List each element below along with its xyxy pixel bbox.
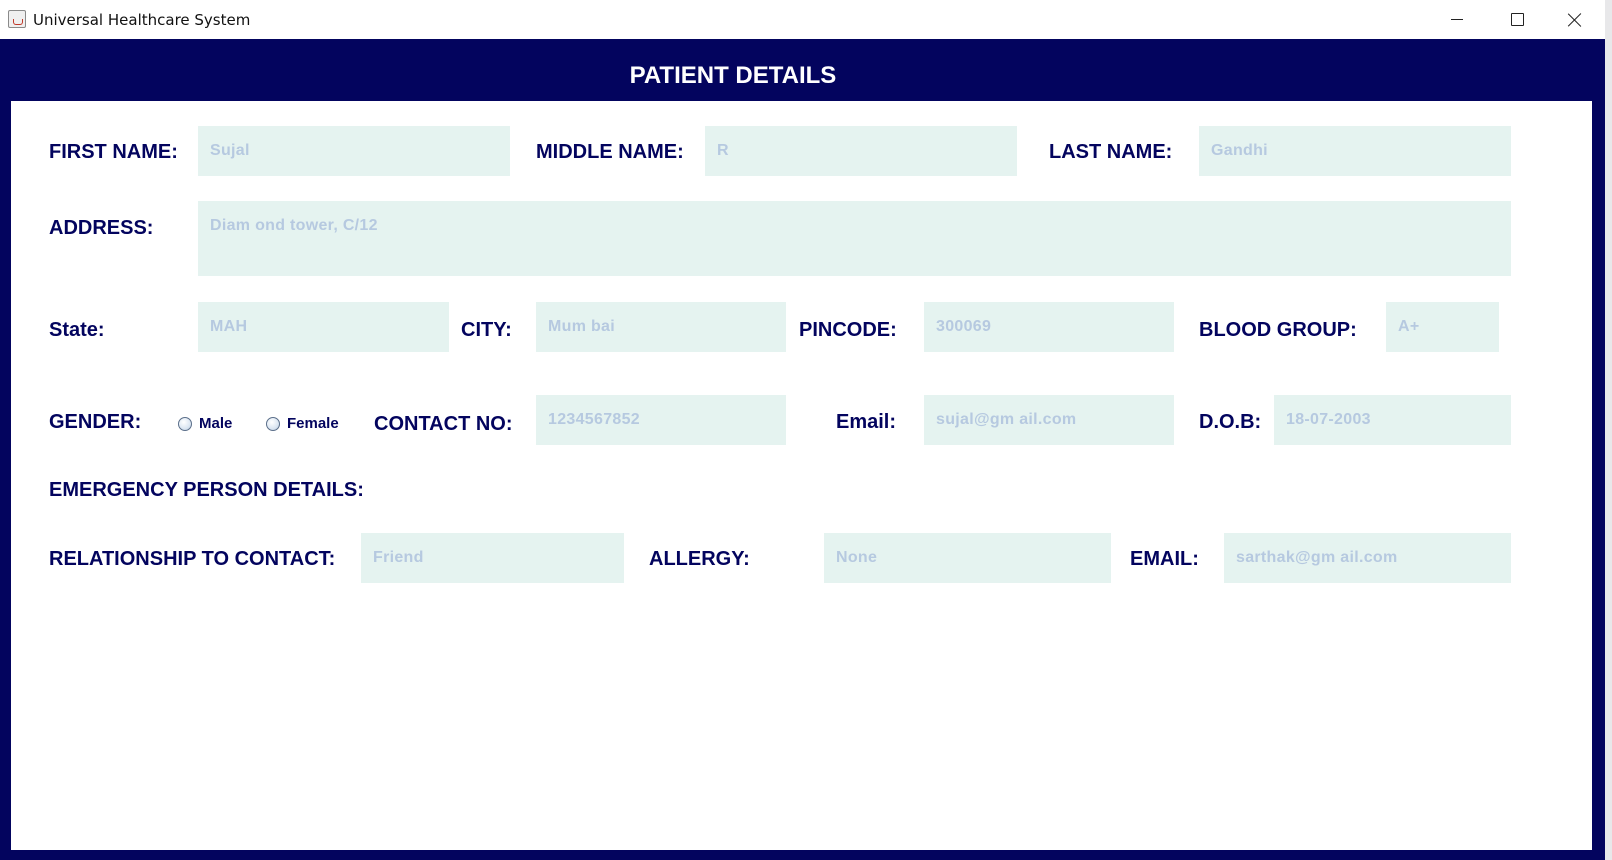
dob-label: D.O.B: [1199,411,1262,433]
dob-field[interactable]: 18-07-2003 [1274,395,1511,445]
pincode-field[interactable]: 300069 [924,302,1174,352]
gender-label: GENDER: [49,411,142,433]
minimize-button[interactable] [1428,0,1486,39]
gender-female-option[interactable]: Female [266,415,339,432]
first-name-label: FIRST NAME: [49,141,178,163]
address-field[interactable]: Diam ond tower, C/12 [198,201,1511,276]
maximize-icon [1510,13,1524,26]
allergy-label: ALLERGY: [649,548,750,570]
desktop-edge [1605,0,1612,860]
allergy-field[interactable]: None [824,533,1111,583]
city-label: CITY: [461,319,512,341]
address-label: ADDRESS: [49,217,154,239]
close-button[interactable] [1546,0,1604,39]
blood-group-field[interactable]: A+ [1386,302,1499,352]
emergency-email-field[interactable]: sarthak@gm ail.com [1224,533,1511,583]
contact-no-field[interactable]: 1234567852 [536,395,786,445]
last-name-label: LAST NAME: [1049,141,1173,163]
gender-male-option[interactable]: Male [178,415,232,432]
blood-group-label: BLOOD GROUP: [1199,319,1357,341]
middle-name-field[interactable]: R [705,126,1017,176]
close-icon [1568,13,1582,27]
relationship-label: RELATIONSHIP TO CONTACT: [49,548,336,570]
last-name-field[interactable]: Gandhi [1199,126,1511,176]
minimize-icon [1451,19,1463,20]
window-title: Universal Healthcare System [33,11,251,29]
state-field[interactable]: MAH [198,302,449,352]
female-radio-label: Female [287,415,339,432]
state-label: State: [49,319,105,341]
window-titlebar: Universal Healthcare System [0,0,1612,40]
male-radio[interactable] [178,416,192,431]
male-radio-label: Male [199,415,233,432]
first-name-field[interactable]: Sujal [198,126,510,176]
female-radio[interactable] [266,416,280,431]
emergency-heading: EMERGENCY PERSON DETAILS: [49,479,364,501]
email-field[interactable]: sujal@gm ail.com [924,395,1174,445]
contact-no-label: CONTACT NO: [374,413,513,435]
java-cup-icon [8,10,26,28]
pincode-label: PINCODE: [799,319,897,341]
maximize-button[interactable] [1488,0,1546,39]
city-field[interactable]: Mum bai [536,302,786,352]
middle-name-label: MIDDLE NAME: [536,141,684,163]
email-label: Email: [836,411,897,433]
relationship-field[interactable]: Friend [361,533,624,583]
emergency-email-label: EMAIL: [1130,548,1199,570]
page-title: PATIENT DETAILS [629,62,837,89]
